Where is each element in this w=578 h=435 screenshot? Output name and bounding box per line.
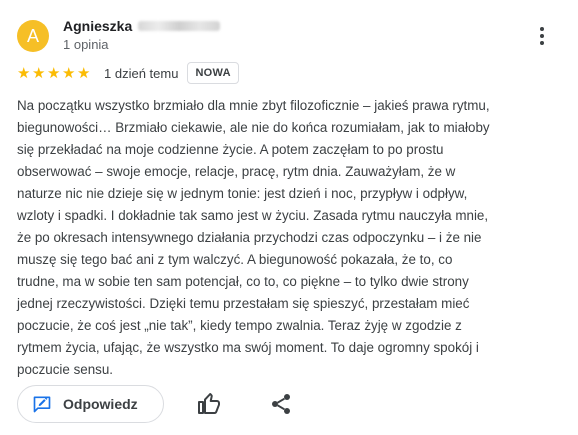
new-badge: NOWA (187, 62, 239, 84)
author-surname-redacted (138, 21, 221, 31)
share-icon (272, 394, 290, 414)
review-text: Na początku wszystko brzmiało dla mnie z… (17, 98, 490, 377)
author-name[interactable]: Agnieszka (63, 18, 132, 34)
star-rating: ★ ★ ★ ★ ★ (17, 66, 92, 81)
author-name-row: Agnieszka (63, 18, 221, 34)
rating-row: ★ ★ ★ ★ ★ 1 dzień temu NOWA (17, 62, 239, 84)
thumb-up-icon (198, 393, 220, 414)
like-button[interactable] (197, 392, 221, 416)
share-button[interactable] (269, 392, 293, 416)
star-icon: ★ (17, 64, 31, 82)
more-options-button[interactable] (534, 24, 550, 48)
edit-comment-icon (33, 396, 51, 413)
star-icon: ★ (62, 64, 76, 82)
author-review-count: 1 opinia (63, 37, 109, 52)
avatar-letter: A (26, 25, 39, 46)
star-icon: ★ (32, 64, 46, 82)
reply-label: Odpowiedz (63, 396, 138, 412)
review-date: 1 dzień temu (104, 65, 179, 81)
star-icon: ★ (77, 64, 91, 82)
avatar[interactable]: A (17, 20, 49, 52)
star-icon: ★ (47, 64, 61, 82)
reply-button[interactable]: Odpowiedz (17, 385, 164, 423)
more-vert-icon (540, 27, 544, 31)
